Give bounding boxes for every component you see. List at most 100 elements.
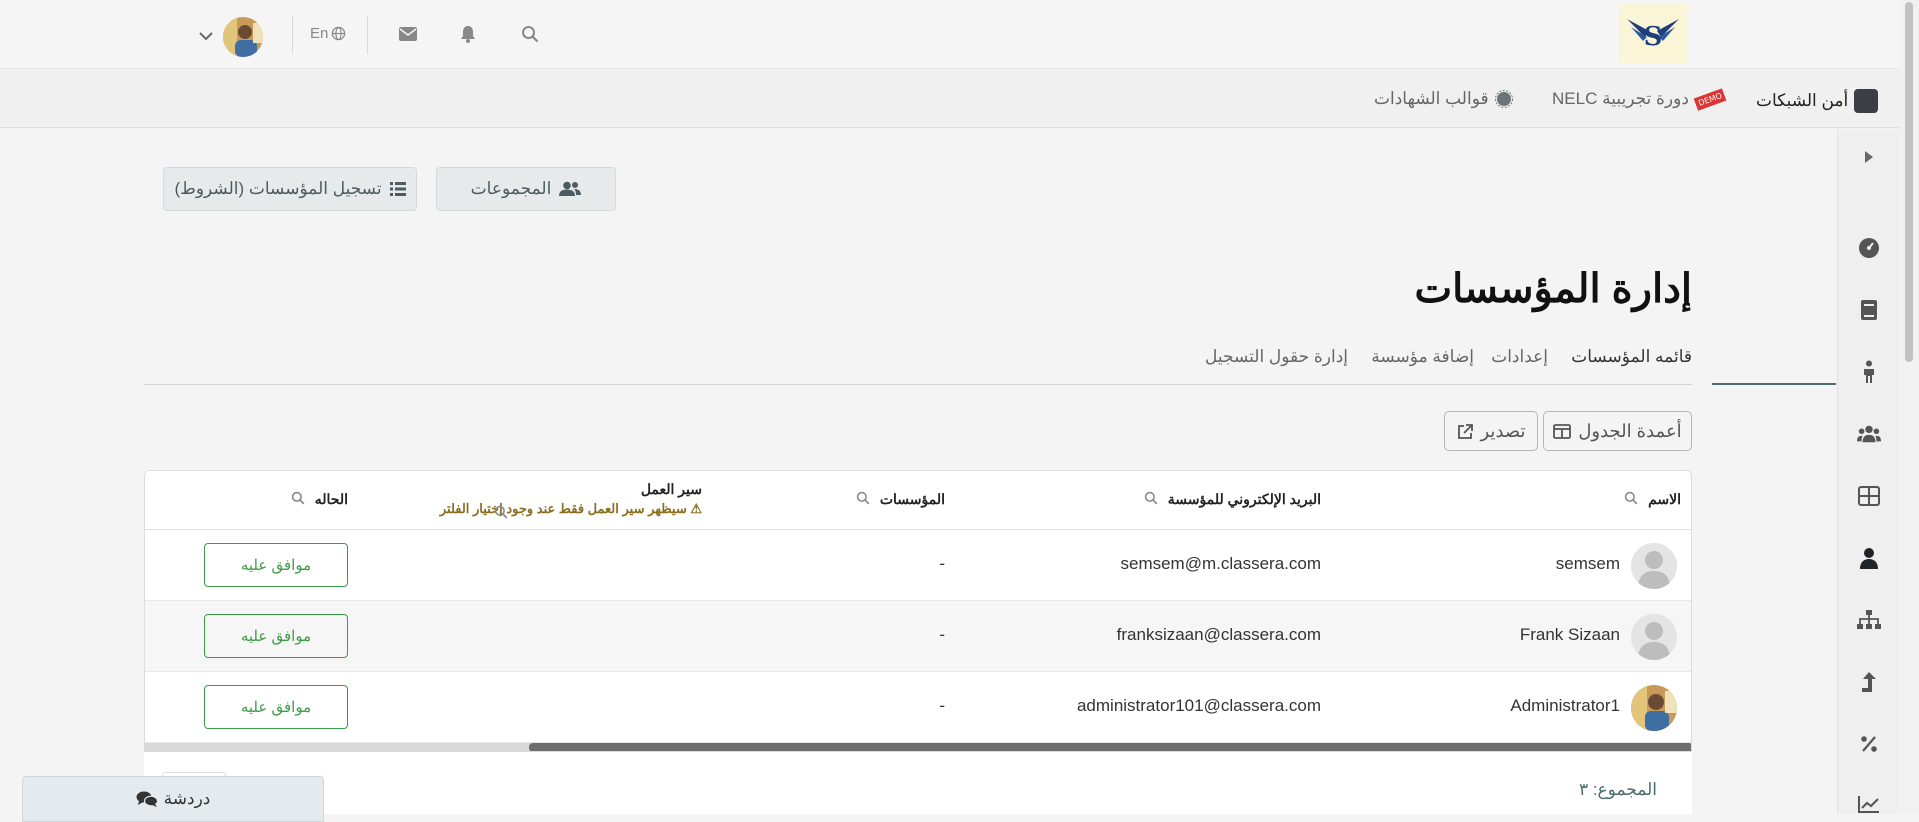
tab-institutions-list[interactable]: قائمه المؤسسات	[1571, 347, 1692, 367]
chat-button[interactable]: دردشة	[22, 776, 324, 822]
course-thumbnail-icon	[1854, 89, 1879, 113]
export-button[interactable]: تصدير	[1444, 411, 1538, 451]
column-email[interactable]: البريد الإلكتروني للمؤسسة	[1144, 491, 1321, 508]
column-workflow-label: سير العمل	[640, 481, 702, 497]
certificates-label: قوالب الشهادات	[1374, 89, 1489, 108]
row-email: administrator101@classera.com	[1076, 696, 1321, 715]
column-name[interactable]: الاسم	[1624, 491, 1681, 508]
row-name[interactable]: semsem	[1556, 554, 1620, 574]
top-bar: En S	[0, 0, 1919, 69]
current-course-link[interactable]: أمن الشبكات	[1756, 89, 1879, 113]
page-scroll-thumb[interactable]	[1905, 2, 1913, 362]
registration-label: تسجيل المؤسسات (الشروط)	[174, 179, 382, 198]
column-email-label: البريد الإلكتروني للمؤسسة	[1167, 491, 1321, 507]
table-footer: المجموع: ٣	[144, 752, 1692, 814]
chat-label: دردشة	[163, 789, 211, 808]
warning-icon: ⚠	[690, 501, 702, 516]
institutions-table: الاسم البريد الإلكتروني للمؤسسة المؤسسات…	[144, 470, 1692, 752]
right-sidebar	[1837, 129, 1899, 814]
column-status-label: الحاله	[314, 491, 348, 507]
level-up-icon[interactable]	[1857, 670, 1881, 694]
book-icon[interactable]	[1857, 298, 1881, 322]
row-institutions: -	[939, 696, 945, 715]
search-icon[interactable]	[518, 22, 542, 46]
users-icon[interactable]	[1857, 422, 1881, 446]
status-badge[interactable]: موافق عليه	[204, 614, 348, 658]
demo-course-label: دورة تجريبية NELC	[1552, 89, 1689, 108]
globe-icon	[332, 26, 346, 41]
workflow-warning-text: سيظهر سير العمل فقط عند وجود إختيار الفل…	[439, 501, 687, 516]
groups-button[interactable]: المجموعات	[436, 167, 616, 211]
columns-icon	[1553, 423, 1572, 439]
tab-add-institution[interactable]: إضافة مؤسسة	[1371, 347, 1474, 367]
column-status[interactable]: الحاله	[291, 491, 348, 508]
row-name[interactable]: Administrator1	[1510, 696, 1620, 716]
search-icon[interactable]	[856, 491, 870, 508]
total-count: المجموع: ٣	[1578, 780, 1657, 799]
table-header: الاسم البريد الإلكتروني للمؤسسة المؤسسات…	[145, 471, 1691, 530]
certificate-icon	[1494, 90, 1513, 108]
search-icon[interactable]	[1144, 491, 1158, 508]
groups-label: المجموعات	[470, 179, 552, 198]
grid-icon[interactable]	[1857, 484, 1881, 508]
status-badge[interactable]: موافق عليه	[204, 685, 348, 729]
column-name-label: الاسم	[1648, 491, 1681, 507]
tab-registration-fields[interactable]: إدارة حقول التسجيل	[1205, 347, 1348, 367]
demo-course-link[interactable]: DEMO دورة تجريبية NELC	[1552, 87, 1727, 111]
row-email: franksizaan@classera.com	[1116, 625, 1321, 644]
status-badge[interactable]: موافق عليه	[204, 543, 348, 587]
workflow-warning: ⚠ سيظهر سير العمل فقط عند وجود إختيار ال…	[440, 501, 702, 517]
export-label: تصدير	[1480, 420, 1526, 441]
search-icon[interactable]	[494, 505, 508, 522]
page-title: إدارة المؤسسات	[1414, 267, 1692, 311]
workflow-search[interactable]	[494, 505, 508, 522]
table-row[interactable]: Administrator1 administrator101@classera…	[145, 672, 1691, 743]
certificates-link[interactable]: قوالب الشهادات	[1374, 89, 1513, 109]
active-tab-indicator	[1712, 383, 1836, 385]
table-row[interactable]: Frank Sizaan franksizaan@classera.com - …	[145, 601, 1691, 672]
horizontal-scrollbar[interactable]	[145, 743, 1691, 751]
users-icon	[559, 181, 582, 196]
page-scrollbar[interactable]	[1899, 0, 1919, 814]
demo-badge-icon: DEMO	[1693, 87, 1727, 111]
search-icon[interactable]	[1624, 491, 1638, 508]
course-bar: قوالب الشهادات DEMO دورة تجريبية NELC أم…	[0, 70, 1919, 128]
dashboard-icon[interactable]	[1857, 236, 1881, 260]
avatar	[1631, 614, 1677, 660]
language-switcher[interactable]: En	[310, 25, 346, 42]
caret-right-icon[interactable]	[1857, 145, 1881, 169]
table-columns-button[interactable]: أعمدة الجدول	[1543, 411, 1692, 451]
institution-registration-button[interactable]: تسجيل المؤسسات (الشروط)	[163, 167, 417, 211]
columns-label: أعمدة الجدول	[1578, 420, 1682, 441]
row-institutions: -	[939, 625, 945, 644]
person-icon[interactable]	[1857, 360, 1881, 384]
course-title: أمن الشبكات	[1756, 91, 1849, 110]
percent-icon[interactable]	[1857, 732, 1881, 756]
avatar	[1631, 543, 1677, 589]
column-institutions-label: المؤسسات	[879, 491, 945, 507]
row-institutions: -	[939, 554, 945, 573]
column-workflow[interactable]: سير العمل	[641, 481, 702, 498]
divider	[292, 16, 293, 54]
horizontal-scroll-thumb[interactable]	[529, 743, 1691, 751]
bell-icon[interactable]	[456, 22, 480, 46]
row-email: semsem@m.classera.com	[1120, 554, 1321, 573]
language-label: En	[310, 25, 329, 42]
user-avatar[interactable]	[223, 17, 263, 57]
chart-line-icon[interactable]	[1857, 792, 1881, 816]
svg-text:S: S	[1644, 22, 1663, 52]
column-institutions[interactable]: المؤسسات	[856, 491, 945, 508]
tab-settings[interactable]: إعدادات	[1491, 347, 1548, 367]
row-name[interactable]: Frank Sizaan	[1520, 625, 1620, 645]
comments-icon	[136, 791, 158, 807]
brand-logo[interactable]: S	[1619, 3, 1687, 63]
tabs: قائمه المؤسسات إعدادات إضافة مؤسسة إدارة…	[144, 341, 1836, 385]
sitemap-icon[interactable]	[1857, 608, 1881, 632]
search-icon[interactable]	[291, 491, 305, 508]
user-tie-icon[interactable]	[1857, 546, 1881, 570]
avatar	[1631, 685, 1677, 731]
external-link-icon	[1457, 423, 1473, 439]
table-row[interactable]: semsem semsem@m.classera.com - موافق علي…	[145, 530, 1691, 601]
chevron-down-icon[interactable]	[198, 28, 214, 44]
envelope-icon[interactable]	[396, 22, 420, 46]
